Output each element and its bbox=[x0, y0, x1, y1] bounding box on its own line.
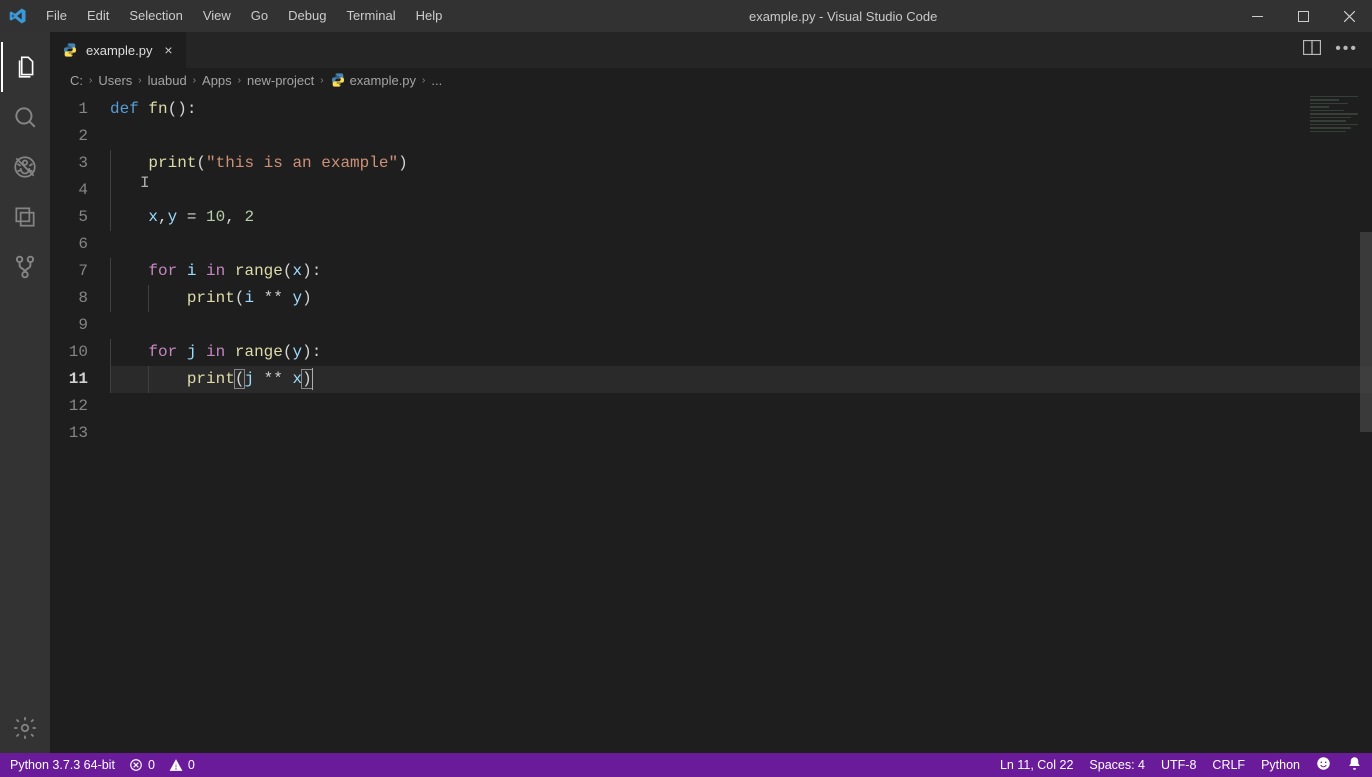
maximize-button[interactable] bbox=[1280, 0, 1326, 32]
code-line[interactable] bbox=[110, 231, 1372, 258]
breadcrumb-segment[interactable]: new-project bbox=[247, 73, 314, 88]
test-icon[interactable] bbox=[1, 192, 49, 242]
code-line[interactable]: print("this is an example") bbox=[110, 150, 1372, 177]
status-lang[interactable]: Python bbox=[1261, 758, 1300, 772]
python-file-icon bbox=[62, 42, 78, 58]
breadcrumb-separator: › bbox=[320, 75, 323, 86]
code-line[interactable]: for j in range(y): bbox=[110, 339, 1372, 366]
minimize-button[interactable] bbox=[1234, 0, 1280, 32]
breadcrumb-separator: › bbox=[193, 75, 196, 86]
line-number[interactable]: 3 bbox=[50, 150, 88, 177]
breadcrumb-segment[interactable]: luabud bbox=[148, 73, 187, 88]
scrollbar-thumb[interactable] bbox=[1360, 232, 1372, 432]
code-line[interactable]: for i in range(x): bbox=[110, 258, 1372, 285]
title-bar: FileEditSelectionViewGoDebugTerminalHelp… bbox=[0, 0, 1372, 32]
code-line[interactable] bbox=[110, 123, 1372, 150]
code-line[interactable] bbox=[110, 393, 1372, 420]
split-editor-icon[interactable] bbox=[1303, 40, 1321, 60]
breadcrumb-segment[interactable]: Apps bbox=[202, 73, 232, 88]
feedback-icon[interactable] bbox=[1316, 756, 1331, 774]
line-number[interactable]: 12 bbox=[50, 393, 88, 420]
status-encoding[interactable]: UTF-8 bbox=[1161, 758, 1196, 772]
tab-label: example.py bbox=[86, 43, 152, 58]
breadcrumb-separator: › bbox=[89, 75, 92, 86]
line-number[interactable]: 7 bbox=[50, 258, 88, 285]
menu-file[interactable]: File bbox=[36, 0, 77, 32]
line-number[interactable]: 4 bbox=[50, 177, 88, 204]
status-bar: Python 3.7.3 64-bit 0 0 Ln 11, Col 22 Sp… bbox=[0, 753, 1372, 777]
code-line[interactable]: x,y = 10, 2 bbox=[110, 204, 1372, 231]
line-number[interactable]: 8 bbox=[50, 285, 88, 312]
breadcrumb[interactable]: C: › Users › luabud › Apps › new-project › example… bbox=[50, 68, 1372, 92]
search-icon[interactable] bbox=[1, 92, 49, 142]
breadcrumb-separator: › bbox=[238, 75, 241, 86]
line-number[interactable]: 10 bbox=[50, 339, 88, 366]
settings-icon[interactable] bbox=[1, 703, 49, 753]
menu-bar: FileEditSelectionViewGoDebugTerminalHelp bbox=[36, 0, 452, 32]
code-line[interactable] bbox=[110, 177, 1372, 204]
gutter: 12345678910111213 bbox=[50, 92, 110, 753]
code[interactable]: I def fn(): print("this is an example") … bbox=[110, 92, 1372, 753]
menu-help[interactable]: Help bbox=[406, 0, 453, 32]
breadcrumb-segment[interactable]: Users bbox=[98, 73, 132, 88]
line-number[interactable]: 2 bbox=[50, 123, 88, 150]
line-number[interactable]: 13 bbox=[50, 420, 88, 447]
breadcrumb-segment[interactable]: ... bbox=[431, 73, 442, 88]
code-line[interactable] bbox=[110, 420, 1372, 447]
debug-icon[interactable] bbox=[1, 142, 49, 192]
menu-view[interactable]: View bbox=[193, 0, 241, 32]
breadcrumb-segment[interactable]: C: bbox=[70, 73, 83, 88]
tab-close-icon[interactable]: × bbox=[160, 42, 176, 58]
menu-go[interactable]: Go bbox=[241, 0, 278, 32]
explorer-icon[interactable] bbox=[1, 42, 49, 92]
line-number[interactable]: 9 bbox=[50, 312, 88, 339]
vscode-logo-icon bbox=[0, 7, 36, 25]
breadcrumb-separator: › bbox=[422, 75, 425, 86]
more-actions-icon[interactable]: ••• bbox=[1335, 40, 1358, 60]
source-control-icon[interactable] bbox=[1, 242, 49, 292]
code-line[interactable]: def fn(): bbox=[110, 96, 1372, 123]
close-button[interactable] bbox=[1326, 0, 1372, 32]
code-line[interactable]: print(i ** y) bbox=[110, 285, 1372, 312]
line-number[interactable]: 11 bbox=[50, 366, 88, 393]
line-number[interactable]: 5 bbox=[50, 204, 88, 231]
code-line[interactable]: print(j ** x) bbox=[110, 366, 1372, 393]
status-lncol[interactable]: Ln 11, Col 22 bbox=[1000, 758, 1073, 772]
menu-terminal[interactable]: Terminal bbox=[336, 0, 405, 32]
breadcrumb-separator: › bbox=[138, 75, 141, 86]
status-warnings[interactable]: 0 bbox=[169, 758, 195, 772]
notifications-icon[interactable] bbox=[1347, 756, 1362, 774]
line-number[interactable]: 6 bbox=[50, 231, 88, 258]
editor[interactable]: 12345678910111213 I def fn(): print("thi… bbox=[50, 92, 1372, 753]
status-spaces[interactable]: Spaces: 4 bbox=[1089, 758, 1145, 772]
status-errors[interactable]: 0 bbox=[129, 758, 155, 772]
tab-example-py[interactable]: example.py × bbox=[50, 32, 187, 68]
status-eol[interactable]: CRLF bbox=[1212, 758, 1245, 772]
window-title: example.py - Visual Studio Code bbox=[452, 9, 1234, 24]
menu-selection[interactable]: Selection bbox=[119, 0, 192, 32]
tabs: example.py × ••• bbox=[50, 32, 1372, 68]
code-line[interactable] bbox=[110, 312, 1372, 339]
menu-edit[interactable]: Edit bbox=[77, 0, 119, 32]
line-number[interactable]: 1 bbox=[50, 96, 88, 123]
status-interpreter[interactable]: Python 3.7.3 64-bit bbox=[10, 758, 115, 772]
activity-bar bbox=[0, 32, 50, 753]
breadcrumb-segment[interactable]: example.py bbox=[330, 72, 416, 88]
menu-debug[interactable]: Debug bbox=[278, 0, 336, 32]
